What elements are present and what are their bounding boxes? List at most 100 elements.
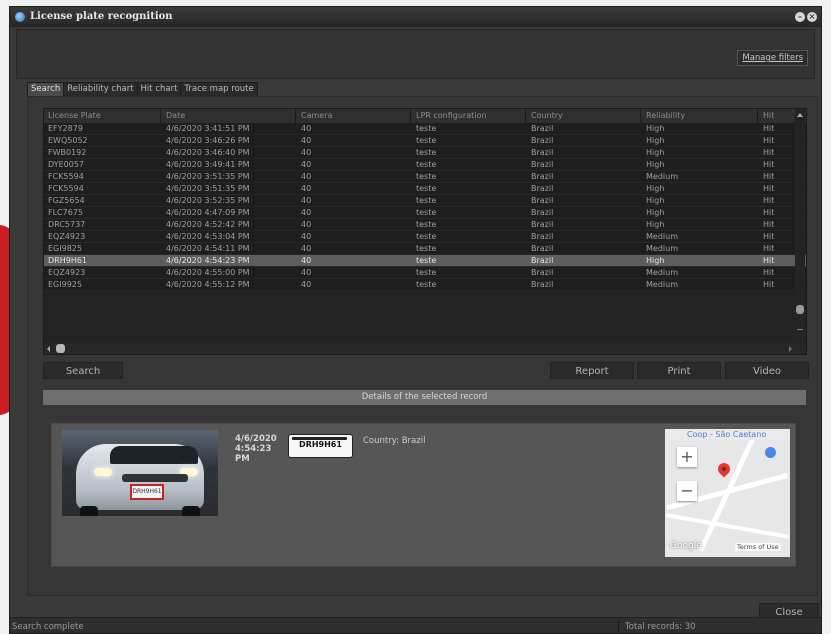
cell-country: Brazil (531, 160, 554, 169)
column-divider[interactable] (640, 109, 641, 123)
cell-camera: 40 (301, 124, 312, 133)
cell-country: Brazil (531, 280, 554, 289)
table-row[interactable]: FGZ5654 4/6/2020 3:52:35 PM 40 teste Brazil H… (44, 195, 806, 207)
cell-reliability: Medium (646, 280, 678, 289)
cell-hit: Hit (763, 208, 775, 217)
table-row[interactable]: EWQ5052 4/6/2020 3:46:26 PM 40 teste Brazil H… (44, 135, 806, 147)
cell-camera: 40 (301, 160, 312, 169)
cell-hit: Hit (763, 232, 775, 241)
cell-hit: Hit (763, 256, 775, 265)
cell-date: 4/6/2020 4:52:42 PM (166, 220, 250, 229)
table-row[interactable]: EQZ4923 4/6/2020 4:53:04 PM 40 teste Brazil M… (44, 231, 806, 243)
table-row[interactable]: FLC7675 4/6/2020 4:47:09 PM 40 teste Brazil H… (44, 207, 806, 219)
close-icon[interactable]: × (807, 12, 817, 22)
results-table: License Plate Date Camera LPR configurat… (43, 108, 807, 355)
manage-filters-button[interactable]: Manage filters (737, 50, 808, 66)
title-bar[interactable]: License plate recognition – × (10, 7, 821, 27)
record-details-panel: DRH9H61 4/6/2020 4:54:23 PM DRH9H61 Coun… (51, 423, 796, 567)
cell-date: 4/6/2020 3:46:40 PM (166, 148, 250, 157)
column-header-license-plate[interactable]: License Plate (48, 109, 101, 123)
column-divider[interactable] (757, 109, 758, 123)
scroll-right-icon[interactable] (789, 346, 792, 352)
cell-reliability: High (646, 220, 665, 229)
cell-camera: 40 (301, 244, 312, 253)
table-row[interactable]: FCK5594 4/6/2020 3:51:35 PM 40 teste Brazil H… (44, 183, 806, 195)
column-divider[interactable] (410, 109, 411, 123)
column-header-lpr-configuration[interactable]: LPR configuration (416, 109, 486, 123)
cell-reliability: High (646, 196, 665, 205)
car-body: DRH9H61 (76, 444, 204, 516)
tab-trace-map-route[interactable]: Trace map route (180, 82, 258, 97)
table-row[interactable]: DRH9H61 4/6/2020 4:54:23 PM 40 teste Brazil H… (44, 255, 806, 267)
map-terms-link[interactable]: Terms of Use (735, 543, 781, 551)
tab-reliability-chart[interactable]: Reliability chart (63, 82, 138, 97)
capture-ampm: PM (235, 454, 250, 464)
tab-hit-chart[interactable]: Hit chart (136, 82, 182, 97)
status-bar: Search complete Total records: 30 (10, 617, 821, 633)
cell-license-plate: EQZ4923 (48, 268, 86, 277)
cell-lpr-configuration: teste (416, 196, 437, 205)
cell-lpr-configuration: teste (416, 280, 437, 289)
column-header-hit[interactable]: Hit (763, 109, 774, 123)
app-icon (15, 12, 25, 22)
table-row[interactable]: FCK5594 4/6/2020 3:51:35 PM 40 teste Brazil M… (44, 171, 806, 183)
table-row[interactable]: EQZ4923 4/6/2020 4:55:00 PM 40 teste Brazil M… (44, 267, 806, 279)
cell-hit: Hit (763, 280, 775, 289)
column-divider[interactable] (525, 109, 526, 123)
cell-hit: Hit (763, 268, 775, 277)
cell-license-plate: FCK5594 (48, 172, 84, 181)
search-button[interactable]: Search (43, 362, 123, 379)
location-map[interactable]: Coop - São Caetano + − Google Terms of U… (665, 429, 790, 557)
table-row[interactable]: DRC5737 4/6/2020 4:52:42 PM 40 teste Brazil H… (44, 219, 806, 231)
scroll-up-icon[interactable] (797, 113, 803, 117)
filter-panel: Manage filters (16, 29, 815, 79)
cell-camera: 40 (301, 184, 312, 193)
map-place-label: Coop - São Caetano (665, 429, 790, 440)
vertical-scrollbar[interactable] (795, 109, 805, 354)
vehicle-photo[interactable]: DRH9H61 (62, 430, 218, 516)
cell-camera: 40 (301, 268, 312, 277)
cell-license-plate: EQZ4923 (48, 232, 86, 241)
tab-bar: Search Reliability chart Hit chart Trace ma… (27, 82, 258, 97)
column-header-country[interactable]: Country (531, 109, 563, 123)
cell-hit: Hit (763, 172, 775, 181)
details-header: Details of the selected record (43, 390, 806, 405)
table-row[interactable]: FWB0192 4/6/2020 3:46:40 PM 40 teste Brazil H… (44, 147, 806, 159)
vertical-scroll-thumb[interactable] (796, 305, 804, 314)
zoom-out-button[interactable]: − (677, 481, 697, 501)
cell-license-plate: FWB0192 (48, 148, 87, 157)
column-header-camera[interactable]: Camera (301, 109, 332, 123)
cell-camera: 40 (301, 136, 312, 145)
cell-date: 4/6/2020 3:51:35 PM (166, 172, 250, 181)
table-row[interactable]: EFY2879 4/6/2020 3:41:51 PM 40 teste Brazil H… (44, 123, 806, 135)
table-row[interactable]: EGI9925 4/6/2020 4:55:12 PM 40 teste Brazil M… (44, 279, 806, 291)
cell-camera: 40 (301, 256, 312, 265)
horizontal-scroll-thumb[interactable] (56, 344, 65, 353)
table-row[interactable]: EGI9825 4/6/2020 4:54:11 PM 40 teste Brazil M… (44, 243, 806, 255)
column-divider[interactable] (295, 109, 296, 123)
cell-date: 4/6/2020 3:49:41 PM (166, 160, 250, 169)
cell-lpr-configuration: teste (416, 244, 437, 253)
cell-date: 4/6/2020 4:54:11 PM (166, 244, 250, 253)
column-header-reliability[interactable]: Reliability (646, 109, 685, 123)
car-tire (182, 506, 200, 516)
minimize-icon[interactable]: – (795, 12, 805, 22)
location-pin-icon (715, 460, 733, 478)
report-button[interactable]: Report (550, 362, 634, 379)
table-row[interactable]: DYE0057 4/6/2020 3:49:41 PM 40 teste Brazil H… (44, 159, 806, 171)
cell-country: Brazil (531, 136, 554, 145)
cell-reliability: High (646, 148, 665, 157)
scroll-left-icon[interactable] (47, 346, 50, 352)
cell-lpr-configuration: teste (416, 220, 437, 229)
car-headlight (94, 468, 112, 476)
plate-crop: DRH9H61 (288, 434, 353, 458)
horizontal-scrollbar[interactable] (44, 343, 806, 354)
zoom-in-button[interactable]: + (677, 447, 697, 467)
scroll-down-icon[interactable] (797, 329, 803, 330)
google-logo: Google (670, 541, 702, 551)
column-header-date[interactable]: Date (166, 109, 185, 123)
tab-search[interactable]: Search (27, 82, 65, 97)
column-divider[interactable] (160, 109, 161, 123)
print-button[interactable]: Print (637, 362, 721, 379)
video-button[interactable]: Video (725, 362, 809, 379)
